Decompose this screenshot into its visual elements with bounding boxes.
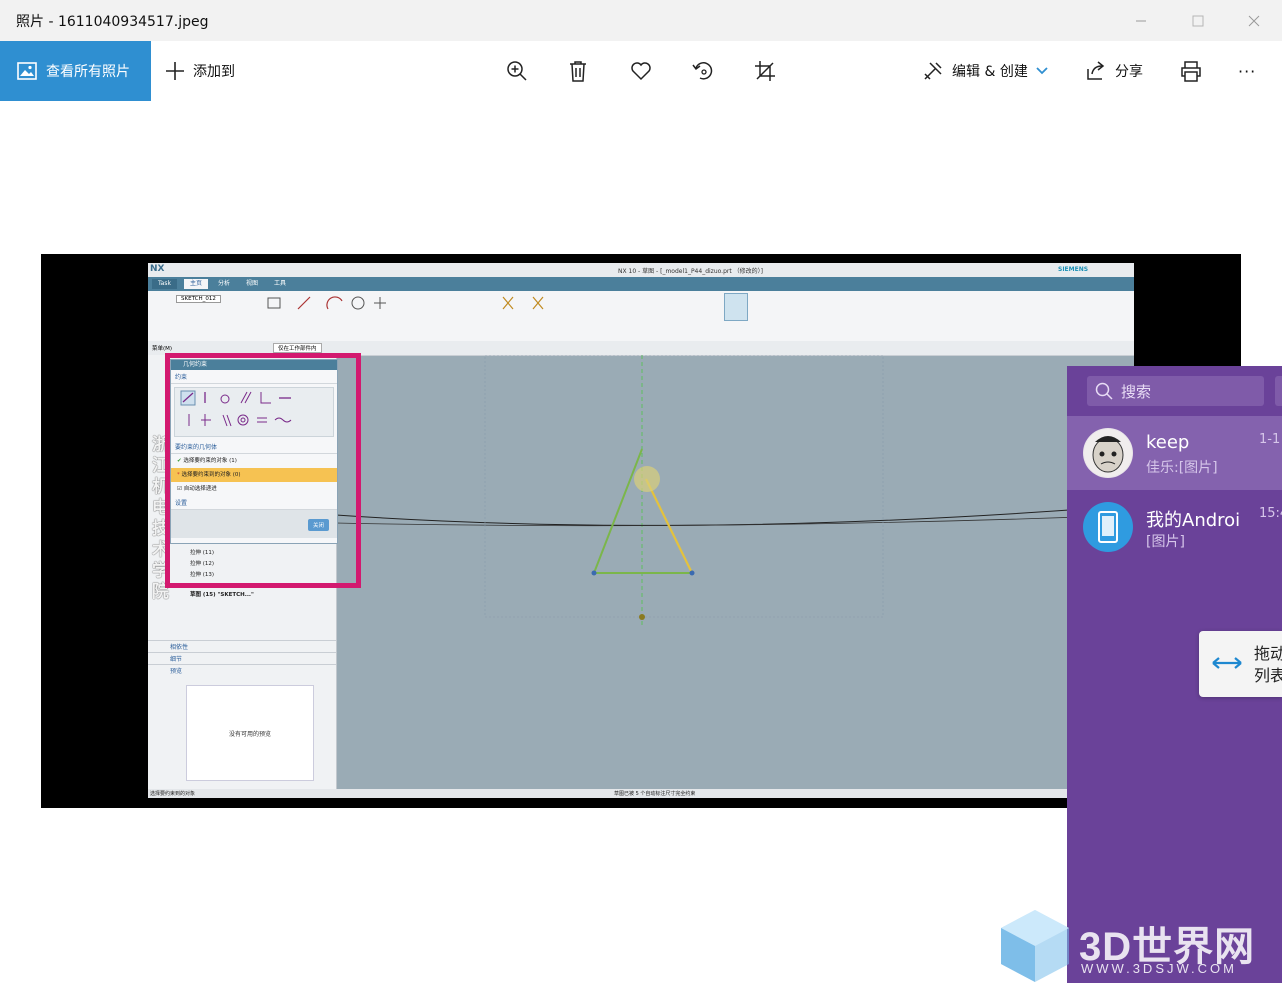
nx-brand: SIEMENS bbox=[1058, 266, 1089, 273]
print-icon bbox=[1181, 61, 1201, 82]
zoom-in-button[interactable] bbox=[503, 57, 531, 85]
nx-menu[interactable]: 菜单(M) bbox=[152, 344, 172, 352]
share-icon bbox=[1087, 61, 1105, 80]
zoom-in-icon bbox=[507, 61, 527, 81]
view-all-photos-button[interactable]: 查看所有照片 bbox=[0, 41, 151, 101]
view-all-label: 查看所有照片 bbox=[46, 64, 130, 80]
trash-icon bbox=[570, 61, 586, 82]
chat-item[interactable]: keep 佳乐:[图片] 1-1 bbox=[1067, 416, 1282, 490]
plus-icon bbox=[166, 62, 184, 80]
horizontal-arrows-icon bbox=[1212, 657, 1242, 669]
nx-title: NX 10 - 草图 - [_model1_P44_dizuo.prt （修改的… bbox=[618, 268, 763, 275]
nx-tabs: Task 主页 分析 视图 工具 bbox=[148, 277, 1134, 291]
nx-filter[interactable]: 仅在工作部件内 bbox=[273, 343, 322, 353]
left-vertical-watermark: 浙江机电技术学院 bbox=[152, 435, 169, 602]
more-button[interactable]: ··· bbox=[1238, 41, 1256, 101]
nx-tab-view[interactable]: 视图 bbox=[240, 279, 264, 289]
phone-icon bbox=[1083, 502, 1133, 552]
nx-side-sections: 相依性 细节 预览 bbox=[148, 640, 336, 676]
nx-ribbon-icons bbox=[267, 296, 544, 310]
add-to-label: 添加到 bbox=[193, 64, 235, 80]
curve-1 bbox=[336, 504, 1134, 526]
print-button[interactable] bbox=[1177, 57, 1205, 85]
nx-logo: NX bbox=[150, 264, 165, 274]
nx-section-details[interactable]: 细节 bbox=[148, 652, 336, 664]
photo-icon bbox=[17, 62, 37, 80]
heart-icon bbox=[631, 62, 651, 81]
chat-name: 我的Androi bbox=[1146, 510, 1241, 531]
chat-time: 1-1 bbox=[1259, 432, 1281, 447]
nx-sketch-name[interactable]: SKETCH_012 bbox=[176, 295, 221, 303]
chat-item[interactable]: 我的Androi [图片] 15:4 bbox=[1067, 490, 1282, 564]
nx-preview-box: 没有可用的预览 bbox=[186, 685, 314, 781]
origin-point bbox=[639, 614, 645, 620]
cursor-highlight bbox=[634, 466, 660, 492]
window-title: 照片 - 1611040934517.jpeg bbox=[16, 14, 209, 30]
rotate-icon bbox=[692, 62, 713, 80]
delete-button[interactable] bbox=[564, 57, 592, 85]
search-icon bbox=[1095, 382, 1113, 400]
close-button[interactable] bbox=[1225, 0, 1282, 41]
photos-toolbar: 查看所有照片 添加到 编辑 & 创建 分享 ··· bbox=[0, 41, 1282, 101]
highlight-frame bbox=[165, 353, 361, 588]
avatar bbox=[1083, 428, 1133, 478]
nx-titlebar: NX NX 10 - 草图 - [_model1_P44_dizuo.prt （… bbox=[148, 263, 1134, 277]
tip-text: 拖动 列表 bbox=[1254, 644, 1282, 685]
nx-show-sketch-constraint[interactable] bbox=[724, 293, 748, 321]
add-to-button[interactable]: 添加到 bbox=[165, 41, 235, 101]
favorite-button[interactable] bbox=[627, 57, 655, 85]
nx-ribbon: SKETCH_012 bbox=[148, 291, 1134, 342]
chat-message: [图片] bbox=[1146, 534, 1185, 550]
triangle-right-edge bbox=[645, 478, 693, 574]
cube-logo-icon bbox=[1001, 910, 1069, 982]
share-button[interactable]: 分享 bbox=[1085, 41, 1143, 101]
chat-time: 15:4 bbox=[1259, 506, 1282, 521]
edit-create-label: 编辑 & 创建 bbox=[952, 64, 1028, 80]
nx-tab-task[interactable]: Task bbox=[152, 279, 177, 289]
tree-row[interactable]: 草图 (15) "SKETCH..." bbox=[190, 590, 254, 598]
nx-status-left: 选择要约束到的对象 bbox=[150, 791, 196, 797]
triangle-left-edge bbox=[593, 448, 643, 574]
rotate-button[interactable] bbox=[689, 57, 717, 85]
nx-tab-home[interactable]: 主页 bbox=[184, 279, 209, 289]
close-icon bbox=[1248, 15, 1259, 26]
edit-create-icon bbox=[924, 62, 942, 80]
chat-search-input[interactable]: 搜索 bbox=[1087, 376, 1264, 406]
nx-tab-analysis[interactable]: 分析 bbox=[212, 279, 236, 289]
minimize-button[interactable] bbox=[1112, 0, 1169, 41]
watermark-url: WWW.3DSJW.COM bbox=[1081, 961, 1237, 976]
crop-icon bbox=[755, 61, 775, 81]
nx-section-preview[interactable]: 预览 bbox=[148, 664, 336, 676]
nx-section-dependency[interactable]: 相依性 bbox=[148, 640, 336, 652]
chat-message: 佳乐:[图片] bbox=[1146, 460, 1218, 476]
chevron-down-icon bbox=[1036, 67, 1048, 75]
watermark: 3D世界网 WWW.3DSJW.COM bbox=[997, 906, 1259, 986]
title-bar: 照片 - 1611040934517.jpeg bbox=[0, 0, 1282, 41]
nx-graphics-window bbox=[336, 355, 1134, 625]
curve-2 bbox=[336, 514, 1134, 527]
chat-search-placeholder: 搜索 bbox=[1121, 382, 1152, 401]
nx-tab-tools[interactable]: 工具 bbox=[268, 279, 292, 289]
edit-create-button[interactable]: 编辑 & 创建 bbox=[922, 41, 1048, 101]
chat-name: keep bbox=[1146, 432, 1190, 453]
nx-statusbar: 选择要约束到的对象 草图已被 5 个自动标注尺寸完全约束 bbox=[148, 789, 1134, 798]
drag-list-tip: 拖动 列表 bbox=[1199, 631, 1282, 697]
chat-add-button[interactable] bbox=[1275, 376, 1282, 406]
crop-button[interactable] bbox=[751, 57, 779, 85]
maximize-button[interactable] bbox=[1169, 0, 1226, 41]
nx-status-center: 草图已被 5 个自动标注尺寸完全约束 bbox=[614, 791, 696, 797]
share-label: 分享 bbox=[1115, 64, 1143, 80]
